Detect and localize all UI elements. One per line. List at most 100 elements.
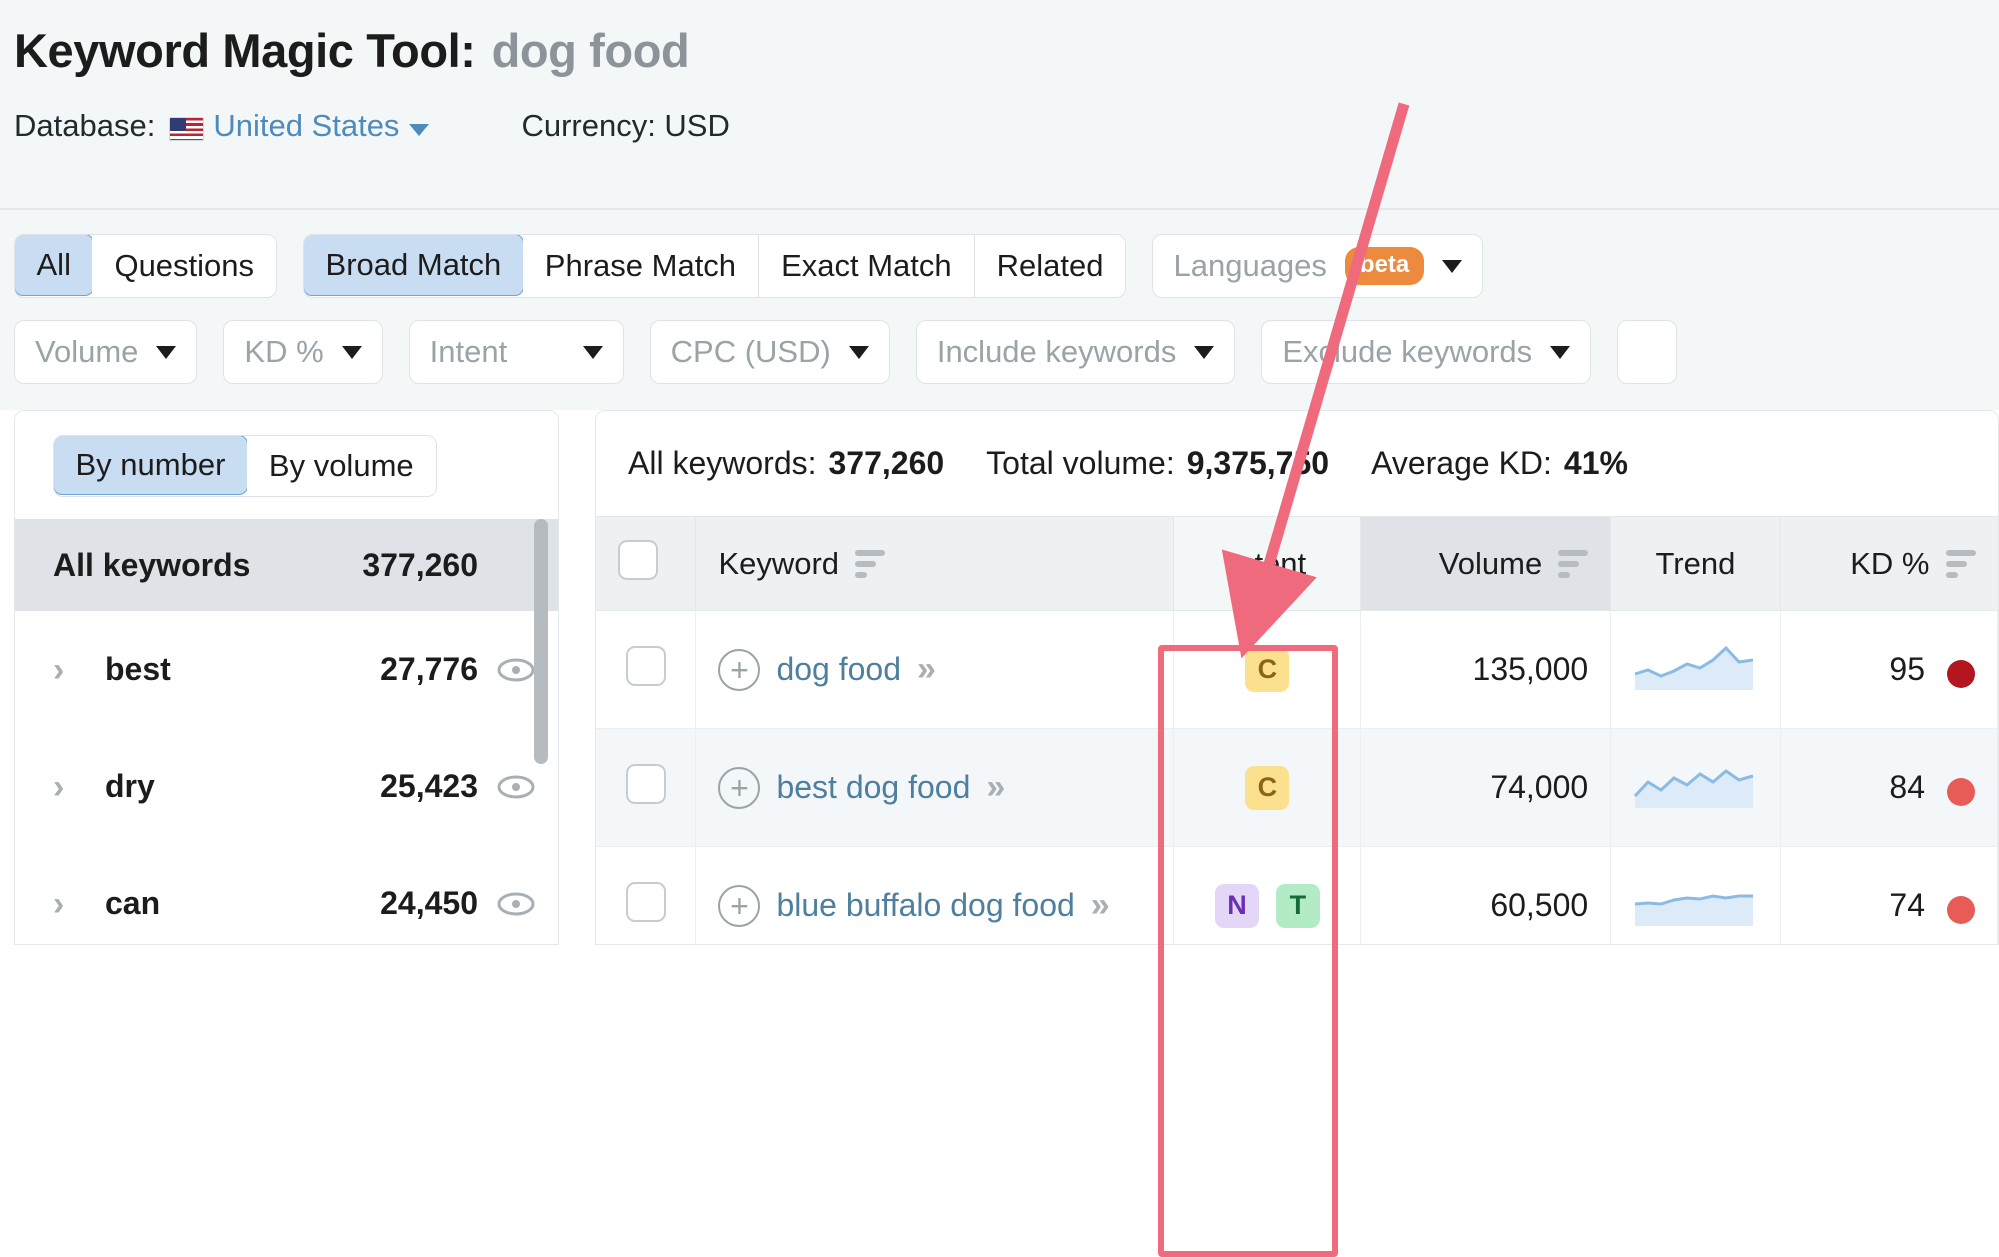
sidebar-item-count: 27,776 [380,651,478,687]
sidebar-item-can[interactable]: › can 24,450 [15,845,558,944]
chevron-down-icon[interactable] [409,123,430,136]
trend-sparkline-icon [1634,768,1754,808]
header-keyword-label: Keyword [718,545,840,581]
intent-badge-transactional[interactable]: T [1275,883,1320,928]
sort-icon[interactable] [1945,549,1976,578]
intent-filter[interactable]: Intent [408,320,624,384]
double-chevron-right-icon[interactable]: » [917,650,936,689]
keyword-link[interactable]: best dog food [776,769,970,806]
sidebar-tab-by-volume[interactable]: By volume [246,436,436,496]
chevron-right-icon[interactable]: › [53,887,79,921]
eye-icon[interactable] [496,774,536,800]
keyword-link[interactable]: blue buffalo dog food [776,887,1074,924]
include-keywords-filter[interactable]: Include keywords [915,320,1236,384]
chevron-right-icon[interactable]: › [53,653,79,687]
trend-cell [1610,846,1781,944]
table-row[interactable]: + dog food » C 135,000 95 [596,610,1998,729]
intent-cell: C [1173,728,1362,847]
sidebar-scrollbar-thumb[interactable] [534,519,548,764]
exclude-keywords-filter[interactable]: Exclude keywords [1261,320,1592,384]
sidebar-tab-by-number[interactable]: By number [53,436,249,495]
sidebar-item-dry[interactable]: › dry 25,423 [15,728,558,845]
kd-cell: 95 [1780,610,1998,729]
row-checkbox-cell [596,728,697,847]
header-intent-label: Intent [1228,545,1307,581]
sidebar-item-count: 24,450 [380,885,478,921]
total-volume-value: 9,375,750 [1186,445,1330,481]
kd-filter[interactable]: KD % [223,320,383,384]
header-volume[interactable]: Volume [1360,516,1612,611]
row-checkbox[interactable] [625,881,666,922]
chevron-down-icon [341,345,362,359]
tab-phrase-match[interactable]: Phrase Match [522,235,760,297]
kd-filter-label: KD % [244,334,324,369]
chevron-down-icon [848,345,869,359]
filter-row-primary: All Questions Broad Match Phrase Match E… [14,234,1999,298]
table-row[interactable]: + best dog food » C 74,000 84 [596,728,1998,847]
kd-status-dot [1947,777,1975,806]
database-selector[interactable]: United States [213,108,399,144]
match-type-tabs: Broad Match Phrase Match Exact Match Rel… [303,234,1127,298]
table-header-row: Keyword Intent Volume Trend KD % [596,516,1998,611]
app-root: Keyword Magic Tool: dog food Database: Un… [0,0,1999,1257]
sort-icon[interactable] [1558,549,1589,578]
tab-broad-match[interactable]: Broad Match [304,235,525,296]
row-checkbox[interactable] [625,763,666,804]
kd-status-dot [1947,895,1975,924]
add-keyword-icon[interactable]: + [718,884,761,927]
double-chevron-right-icon[interactable]: » [1091,886,1110,925]
eye-icon[interactable] [496,891,536,917]
keyword-cell: + dog food » [695,610,1175,729]
tab-questions[interactable]: Questions [92,235,277,297]
header-kd[interactable]: KD % [1780,516,1998,611]
table-body: + dog food » C 135,000 95 + best dog foo… [596,610,1998,944]
page-title-term: dog food [491,24,690,77]
page-title-prefix: Keyword Magic Tool: [14,24,476,77]
tab-exact-match[interactable]: Exact Match [759,235,975,297]
tab-all[interactable]: All [15,235,94,296]
keyword-cell: + blue buffalo dog food » [695,846,1175,944]
header-keyword[interactable]: Keyword [695,516,1175,611]
volume-cell: 60,500 [1360,846,1612,944]
sort-icon[interactable] [855,549,886,578]
sidebar-item-all-keywords[interactable]: All keywords 377,260 [15,519,558,611]
header-trend[interactable]: Trend [1610,516,1781,611]
trend-cell [1610,610,1781,729]
chevron-right-icon[interactable]: › [53,770,79,804]
kd-cell: 74 [1780,846,1998,944]
sidebar-item-label: best [105,651,171,687]
sidebar-sort-tabs: By number By volume [15,411,558,519]
add-keyword-icon[interactable]: + [718,766,761,809]
trend-cell [1610,728,1781,847]
beta-badge: beta [1344,247,1425,285]
eye-icon[interactable] [496,657,536,683]
cpc-filter[interactable]: CPC (USD) [649,320,890,384]
keyword-link[interactable]: dog food [776,651,901,688]
include-keywords-label: Include keywords [936,334,1177,369]
chevron-down-icon [1194,345,1215,359]
row-checkbox[interactable] [625,645,666,686]
total-volume-label: Total volume: [986,445,1175,481]
intent-filter-label: Intent [429,334,508,369]
summary-stats: All keywords: 377,260 Total volume: 9,37… [596,411,1998,516]
row-checkbox-cell [596,610,697,729]
tab-related[interactable]: Related [974,235,1126,297]
intent-cell: N T [1173,846,1362,944]
keyword-type-tabs: All Questions [14,234,278,298]
add-keyword-icon[interactable]: + [718,648,761,691]
intent-badge-navigational[interactable]: N [1214,883,1259,928]
double-chevron-right-icon[interactable]: » [986,768,1005,807]
intent-badge-commercial[interactable]: C [1245,765,1290,810]
intent-badge-commercial[interactable]: C [1245,647,1290,692]
table-row[interactable]: + blue buffalo dog food » N T 60,500 74 [596,846,1998,944]
filter-row-secondary: Volume KD % Intent CPC (USD) Include key… [14,320,1999,384]
languages-dropdown[interactable]: Languages beta [1152,234,1484,298]
advanced-filters-partial[interactable] [1617,320,1678,384]
select-all-checkbox[interactable] [618,539,658,580]
sidebar-item-best[interactable]: › best 27,776 [15,611,558,728]
volume-filter[interactable]: Volume [14,320,198,384]
database-label: Database: [14,107,156,143]
content-body: By number By volume All keywords 377,260… [0,410,1999,945]
kd-status-dot [1947,659,1975,688]
header-intent[interactable]: Intent [1173,516,1362,611]
